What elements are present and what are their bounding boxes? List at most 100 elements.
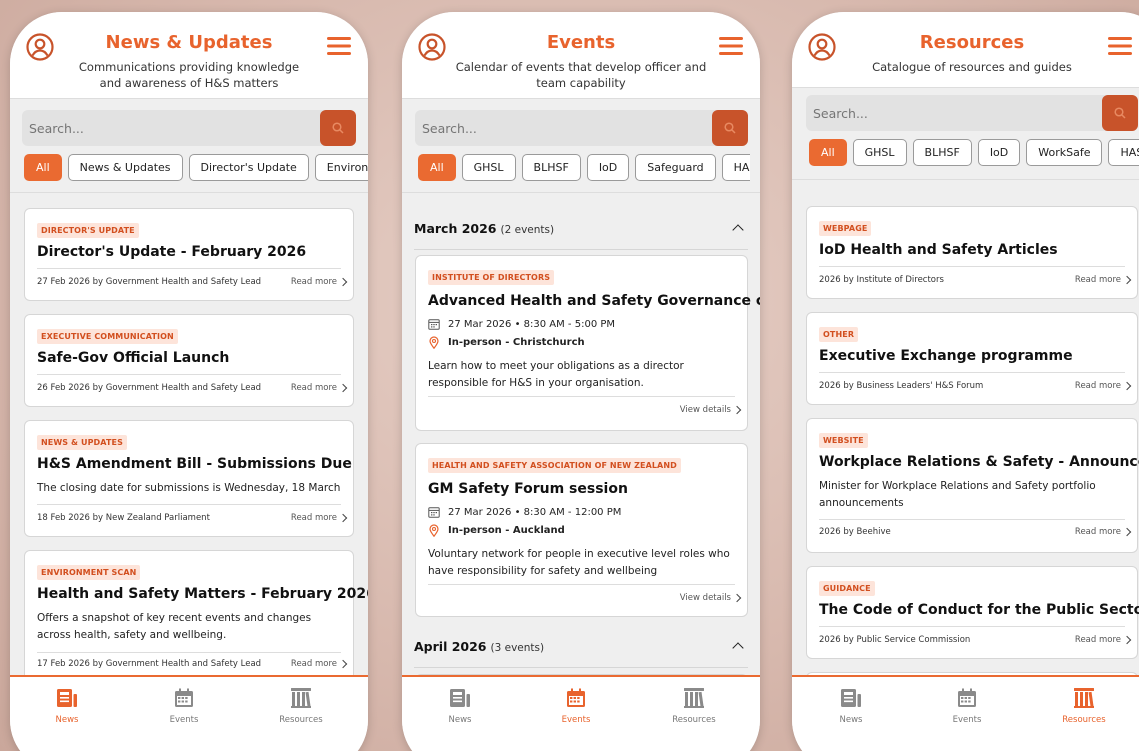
filter-chip-ghsl[interactable]: GHSL xyxy=(852,139,907,166)
event-datetime: 27 Mar 2026 • 8:30 AM - 5:00 PM xyxy=(428,318,737,330)
read-more-link[interactable]: Read more xyxy=(1075,381,1121,391)
filter-chip-all[interactable]: All xyxy=(24,154,62,181)
filter-chip-directors-update[interactable]: Director's Update xyxy=(188,154,309,181)
news-card[interactable]: EXECUTIVE COMMUNICATION Safe-Gov Officia… xyxy=(24,314,354,407)
view-details-link[interactable]: View details xyxy=(680,405,731,415)
filter-chip-blhsf[interactable]: BLHSF xyxy=(912,139,972,166)
nav-resources[interactable]: Resources xyxy=(261,687,341,725)
month-name: March 2026 (2 events) xyxy=(414,221,555,236)
category-tag: ENVIRONMENT SCAN xyxy=(37,565,141,580)
nav-label: Resources xyxy=(279,715,323,725)
filter-chip-hasanz[interactable]: HASANZ xyxy=(1108,139,1139,166)
search-input[interactable] xyxy=(422,110,702,146)
event-title: GM Safety Forum session xyxy=(428,481,628,497)
filter-chips: AllGHSLBLHSFIoDSafeguardHASANZ xyxy=(418,154,750,181)
events-screen: Events Calendar of events that develop o… xyxy=(402,12,760,751)
filter-chip-all[interactable]: All xyxy=(809,139,847,166)
divider xyxy=(37,504,341,505)
read-more-link[interactable]: Read more xyxy=(1075,275,1121,285)
read-more-link[interactable]: Read more xyxy=(291,277,337,287)
bottom-nav: News Events Resources xyxy=(10,675,368,751)
page-subtitle: Catalogue of resources and guides xyxy=(872,60,1072,74)
nav-label: Events xyxy=(952,715,982,725)
library-icon xyxy=(291,688,311,708)
filter-chip-all[interactable]: All xyxy=(418,154,456,181)
nav-resources[interactable]: Resources xyxy=(1044,687,1124,725)
divider xyxy=(819,266,1125,267)
nav-events[interactable]: Events xyxy=(144,687,224,725)
nav-label: Events xyxy=(169,715,199,725)
month-header[interactable]: March 2026 (2 events) xyxy=(414,208,748,250)
calendar-icon xyxy=(428,319,440,330)
read-more-link[interactable]: Read more xyxy=(291,383,337,393)
nav-label: Resources xyxy=(672,715,716,725)
search-button[interactable] xyxy=(712,110,748,146)
divider xyxy=(819,519,1125,520)
nav-news[interactable]: News xyxy=(811,687,891,725)
card-meta: 17 Feb 2026 by Government Health and Saf… xyxy=(37,659,262,669)
filter-chip-ghsl[interactable]: GHSL xyxy=(461,154,516,181)
resource-card[interactable]: GUIDANCE The Code of Conduct for the Pub… xyxy=(806,566,1139,659)
divider xyxy=(819,626,1125,627)
news-card[interactable]: ENVIRONMENT SCAN Health and Safety Matte… xyxy=(24,550,368,685)
filter-chip-worksafe[interactable]: WorkSafe xyxy=(1026,139,1103,166)
chevron-right-icon xyxy=(1122,275,1132,285)
chevron-up-icon xyxy=(732,642,744,654)
resource-card[interactable]: WEBPAGE IoD Health and Safety Articles 2… xyxy=(806,206,1138,299)
page-title: Events xyxy=(546,32,616,53)
hamburger-menu-icon[interactable] xyxy=(327,37,351,55)
news-card[interactable]: NEWS & UPDATES H&S Amendment Bill - Subm… xyxy=(24,420,354,537)
search-button[interactable] xyxy=(320,110,356,146)
hamburger-menu-icon[interactable] xyxy=(1108,37,1132,55)
bottom-nav: News Events Resources xyxy=(402,675,760,751)
search-input[interactable] xyxy=(29,110,309,146)
resource-card[interactable]: WEBSITE Workplace Relations & Safety - A… xyxy=(806,418,1139,553)
filter-chip-safeguard[interactable]: Safeguard xyxy=(635,154,716,181)
month-header[interactable]: April 2026 (3 events) xyxy=(414,626,748,668)
view-details-link[interactable]: View details xyxy=(680,593,731,603)
filter-chip-iod[interactable]: IoD xyxy=(977,139,1021,166)
bottom-nav: News Events Resources xyxy=(792,675,1139,751)
hamburger-menu-icon[interactable] xyxy=(719,37,743,55)
read-more-link[interactable]: Read more xyxy=(1075,635,1121,645)
page-title: Resources xyxy=(919,32,1025,53)
calendar-icon xyxy=(958,688,976,707)
filter-chip-news-updates[interactable]: News & Updates xyxy=(67,154,183,181)
divider xyxy=(37,374,341,375)
chevron-right-icon xyxy=(1122,381,1132,391)
resource-card[interactable]: OTHER Executive Exchange programme 2026 … xyxy=(806,312,1138,405)
news-list: DIRECTOR'S UPDATE Director's Update - Fe… xyxy=(10,192,368,687)
search-input[interactable] xyxy=(813,95,1093,131)
read-more-link[interactable]: Read more xyxy=(291,659,337,669)
event-location: In-person - Auckland xyxy=(428,524,737,537)
event-description: Voluntary network for people in executiv… xyxy=(428,548,730,577)
filter-chip-environment[interactable]: Environment xyxy=(314,154,368,181)
divider xyxy=(819,372,1125,373)
read-more-link[interactable]: Read more xyxy=(1075,527,1121,537)
filter-chip-hasanz[interactable]: HASANZ xyxy=(721,154,750,181)
card-title: H&S Amendment Bill - Submissions Due xyxy=(37,456,352,472)
card-title: Safe-Gov Official Launch xyxy=(37,350,230,366)
search-button[interactable] xyxy=(1102,95,1138,131)
search-icon xyxy=(332,122,344,134)
card-meta: 18 Feb 2026 by New Zealand Parliament xyxy=(37,513,210,523)
nav-events[interactable]: Events xyxy=(536,687,616,725)
news-card[interactable]: DIRECTOR'S UPDATE Director's Update - Fe… xyxy=(24,208,354,301)
header: Resources Catalogue of resources and gui… xyxy=(792,12,1139,88)
header: News & Updates Communications providing … xyxy=(10,12,368,99)
filter-chip-blhsf[interactable]: BLHSF xyxy=(521,154,581,181)
nav-events[interactable]: Events xyxy=(927,687,1007,725)
nav-resources[interactable]: Resources xyxy=(654,687,734,725)
read-more-link[interactable]: Read more xyxy=(291,513,337,523)
event-card[interactable]: HEALTH AND SAFETY ASSOCIATION OF NEW ZEA… xyxy=(415,443,748,617)
category-tag: DIRECTOR'S UPDATE xyxy=(37,223,139,238)
divider xyxy=(37,268,341,269)
card-title: The Code of Conduct for the Public Secto… xyxy=(819,602,1139,618)
filter-chip-iod[interactable]: IoD xyxy=(586,154,630,181)
news-screen: News & Updates Communications providing … xyxy=(10,12,368,751)
nav-news[interactable]: News xyxy=(27,687,107,725)
event-card[interactable]: INSTITUTE OF DIRECTORS Advanced Health a… xyxy=(415,255,760,431)
card-description: Minister for Workplace Relations and Saf… xyxy=(819,480,1096,509)
nav-news[interactable]: News xyxy=(420,687,500,725)
month-count: (3 events) xyxy=(490,642,545,654)
